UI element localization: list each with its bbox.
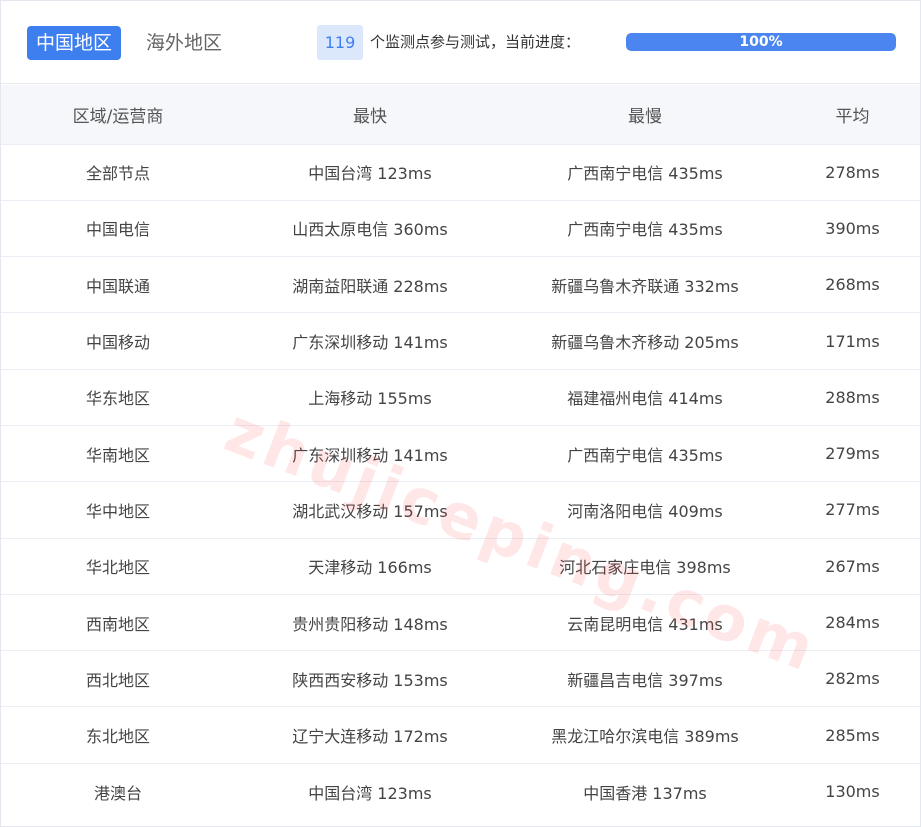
fastest-cell: 贵州贵阳移动 148ms xyxy=(235,594,505,652)
region-cell: 华中地区 xyxy=(1,481,235,539)
slowest-cell: 广西南宁电信 435ms xyxy=(505,144,785,201)
region-cell: 港澳台 xyxy=(93,783,142,803)
tab-china[interactable]: 中国地区 xyxy=(27,26,122,60)
monitor-count-badge: 119 xyxy=(317,25,363,60)
region-cell: 西南地区 xyxy=(1,594,235,652)
column-header-slowest: 最慢 xyxy=(505,85,785,145)
table-row: 华南地区 广东深圳移动 141ms 广西南宁电信 435ms 279ms xyxy=(1,425,920,483)
slowest-cell: 中国香港 137ms xyxy=(583,783,707,803)
table-body: 全部节点 中国台湾 123ms 广西南宁电信 435ms 278ms 中国电信 山西太原电… xyxy=(1,144,920,820)
table-row: 全部节点 中国台湾 123ms 广西南宁电信 435ms 278ms xyxy=(1,144,920,201)
table-row: 华东地区 上海移动 155ms 福建福州电信 414ms 288ms xyxy=(1,369,920,426)
average-cell: 279ms xyxy=(785,425,920,483)
progress-bar-label: 100% xyxy=(739,34,783,50)
region-cell: 全部节点 xyxy=(1,144,235,201)
slowest-cell: 广西南宁电信 435ms xyxy=(505,200,785,258)
tab-overseas[interactable]: 海外地区 xyxy=(137,26,231,60)
region-cell: 东北地区 xyxy=(1,706,235,764)
slowest-cell: 新疆昌吉电信 397ms xyxy=(505,650,785,708)
fastest-cell: 上海移动 155ms xyxy=(235,369,505,426)
table-row: 港澳台 中国台湾 123ms 中国香港 137ms 130ms xyxy=(1,763,920,819)
slowest-cell: 黑龙江哈尔滨电信 389ms xyxy=(505,706,785,764)
progress-description: 个监测点参与测试，当前进度： xyxy=(370,33,581,51)
average-cell: 171ms xyxy=(785,312,920,370)
table-row: 中国电信 山西太原电信 360ms 广西南宁电信 435ms 390ms xyxy=(1,200,920,258)
panel-header: 中国地区 海外地区 119 个监测点参与测试，当前进度： 100% xyxy=(1,1,920,84)
region-cell: 中国电信 xyxy=(1,200,235,258)
column-header-region: 区域/运营商 xyxy=(1,85,235,145)
region-cell: 西北地区 xyxy=(1,650,235,708)
fastest-cell: 广东深圳移动 141ms xyxy=(235,312,505,370)
slowest-cell: 新疆乌鲁木齐联通 332ms xyxy=(505,256,785,314)
slowest-cell: 云南昆明电信 431ms xyxy=(505,594,785,652)
column-header-fastest: 最快 xyxy=(235,85,505,145)
slowest-cell: 新疆乌鲁木齐移动 205ms xyxy=(505,312,785,370)
region-cell: 华南地区 xyxy=(1,425,235,483)
fastest-cell: 湖北武汉移动 157ms xyxy=(235,481,505,539)
fastest-cell: 陕西西安移动 153ms xyxy=(235,650,505,708)
table-row: 西北地区 陕西西安移动 153ms 新疆昌吉电信 397ms 282ms xyxy=(1,650,920,708)
fastest-cell: 山西太原电信 360ms xyxy=(235,200,505,258)
table-row: 中国联通 湖南益阳联通 228ms 新疆乌鲁木齐联通 332ms 268ms xyxy=(1,256,920,314)
average-cell: 278ms xyxy=(785,144,920,201)
fastest-cell: 辽宁大连移动 172ms xyxy=(235,706,505,764)
column-header-average: 平均 xyxy=(785,85,920,145)
results-table: 区域/运营商 最快 最慢 平均 全部节点 中国台湾 123ms 广西南宁电信 435… xyxy=(1,85,920,820)
fastest-cell: 湖南益阳联通 228ms xyxy=(235,256,505,314)
slowest-cell: 广西南宁电信 435ms xyxy=(505,425,785,483)
average-cell: 390ms xyxy=(785,200,920,258)
slowest-cell: 河北石家庄电信 398ms xyxy=(505,538,785,595)
average-cell: 285ms xyxy=(785,706,920,764)
slowest-cell: 河南洛阳电信 409ms xyxy=(505,481,785,539)
fastest-cell: 广东深圳移动 141ms xyxy=(235,425,505,483)
table-row: 西南地区 贵州贵阳移动 148ms 云南昆明电信 431ms 284ms xyxy=(1,594,920,652)
average-cell: 268ms xyxy=(785,256,920,314)
average-cell: 267ms xyxy=(785,538,920,595)
average-cell: 288ms xyxy=(785,369,920,426)
average-cell: 284ms xyxy=(785,594,920,652)
table-header-row: 区域/运营商 最快 最慢 平均 xyxy=(1,85,920,145)
speed-test-panel: 中国地区 海外地区 119 个监测点参与测试，当前进度： 100% 区域/运营商… xyxy=(0,0,921,827)
region-cell: 中国移动 xyxy=(1,312,235,370)
fastest-cell: 中国台湾 123ms xyxy=(235,144,505,201)
table-row: 东北地区 辽宁大连移动 172ms 黑龙江哈尔滨电信 389ms 285ms xyxy=(1,706,920,764)
average-cell: 130ms xyxy=(825,782,880,802)
table-row: 华北地区 天津移动 166ms 河北石家庄电信 398ms 267ms xyxy=(1,538,920,595)
slowest-cell: 福建福州电信 414ms xyxy=(505,369,785,426)
region-cell: 华北地区 xyxy=(1,538,235,595)
region-cell: 华东地区 xyxy=(1,369,235,426)
fastest-cell: 天津移动 166ms xyxy=(235,538,505,595)
average-cell: 282ms xyxy=(785,650,920,708)
progress-bar: 100% xyxy=(626,33,896,51)
table-row: 华中地区 湖北武汉移动 157ms 河南洛阳电信 409ms 277ms xyxy=(1,481,920,539)
average-cell: 277ms xyxy=(785,481,920,539)
fastest-cell: 中国台湾 123ms xyxy=(308,783,432,803)
table-row: 中国移动 广东深圳移动 141ms 新疆乌鲁木齐移动 205ms 171ms xyxy=(1,312,920,370)
region-cell: 中国联通 xyxy=(1,256,235,314)
